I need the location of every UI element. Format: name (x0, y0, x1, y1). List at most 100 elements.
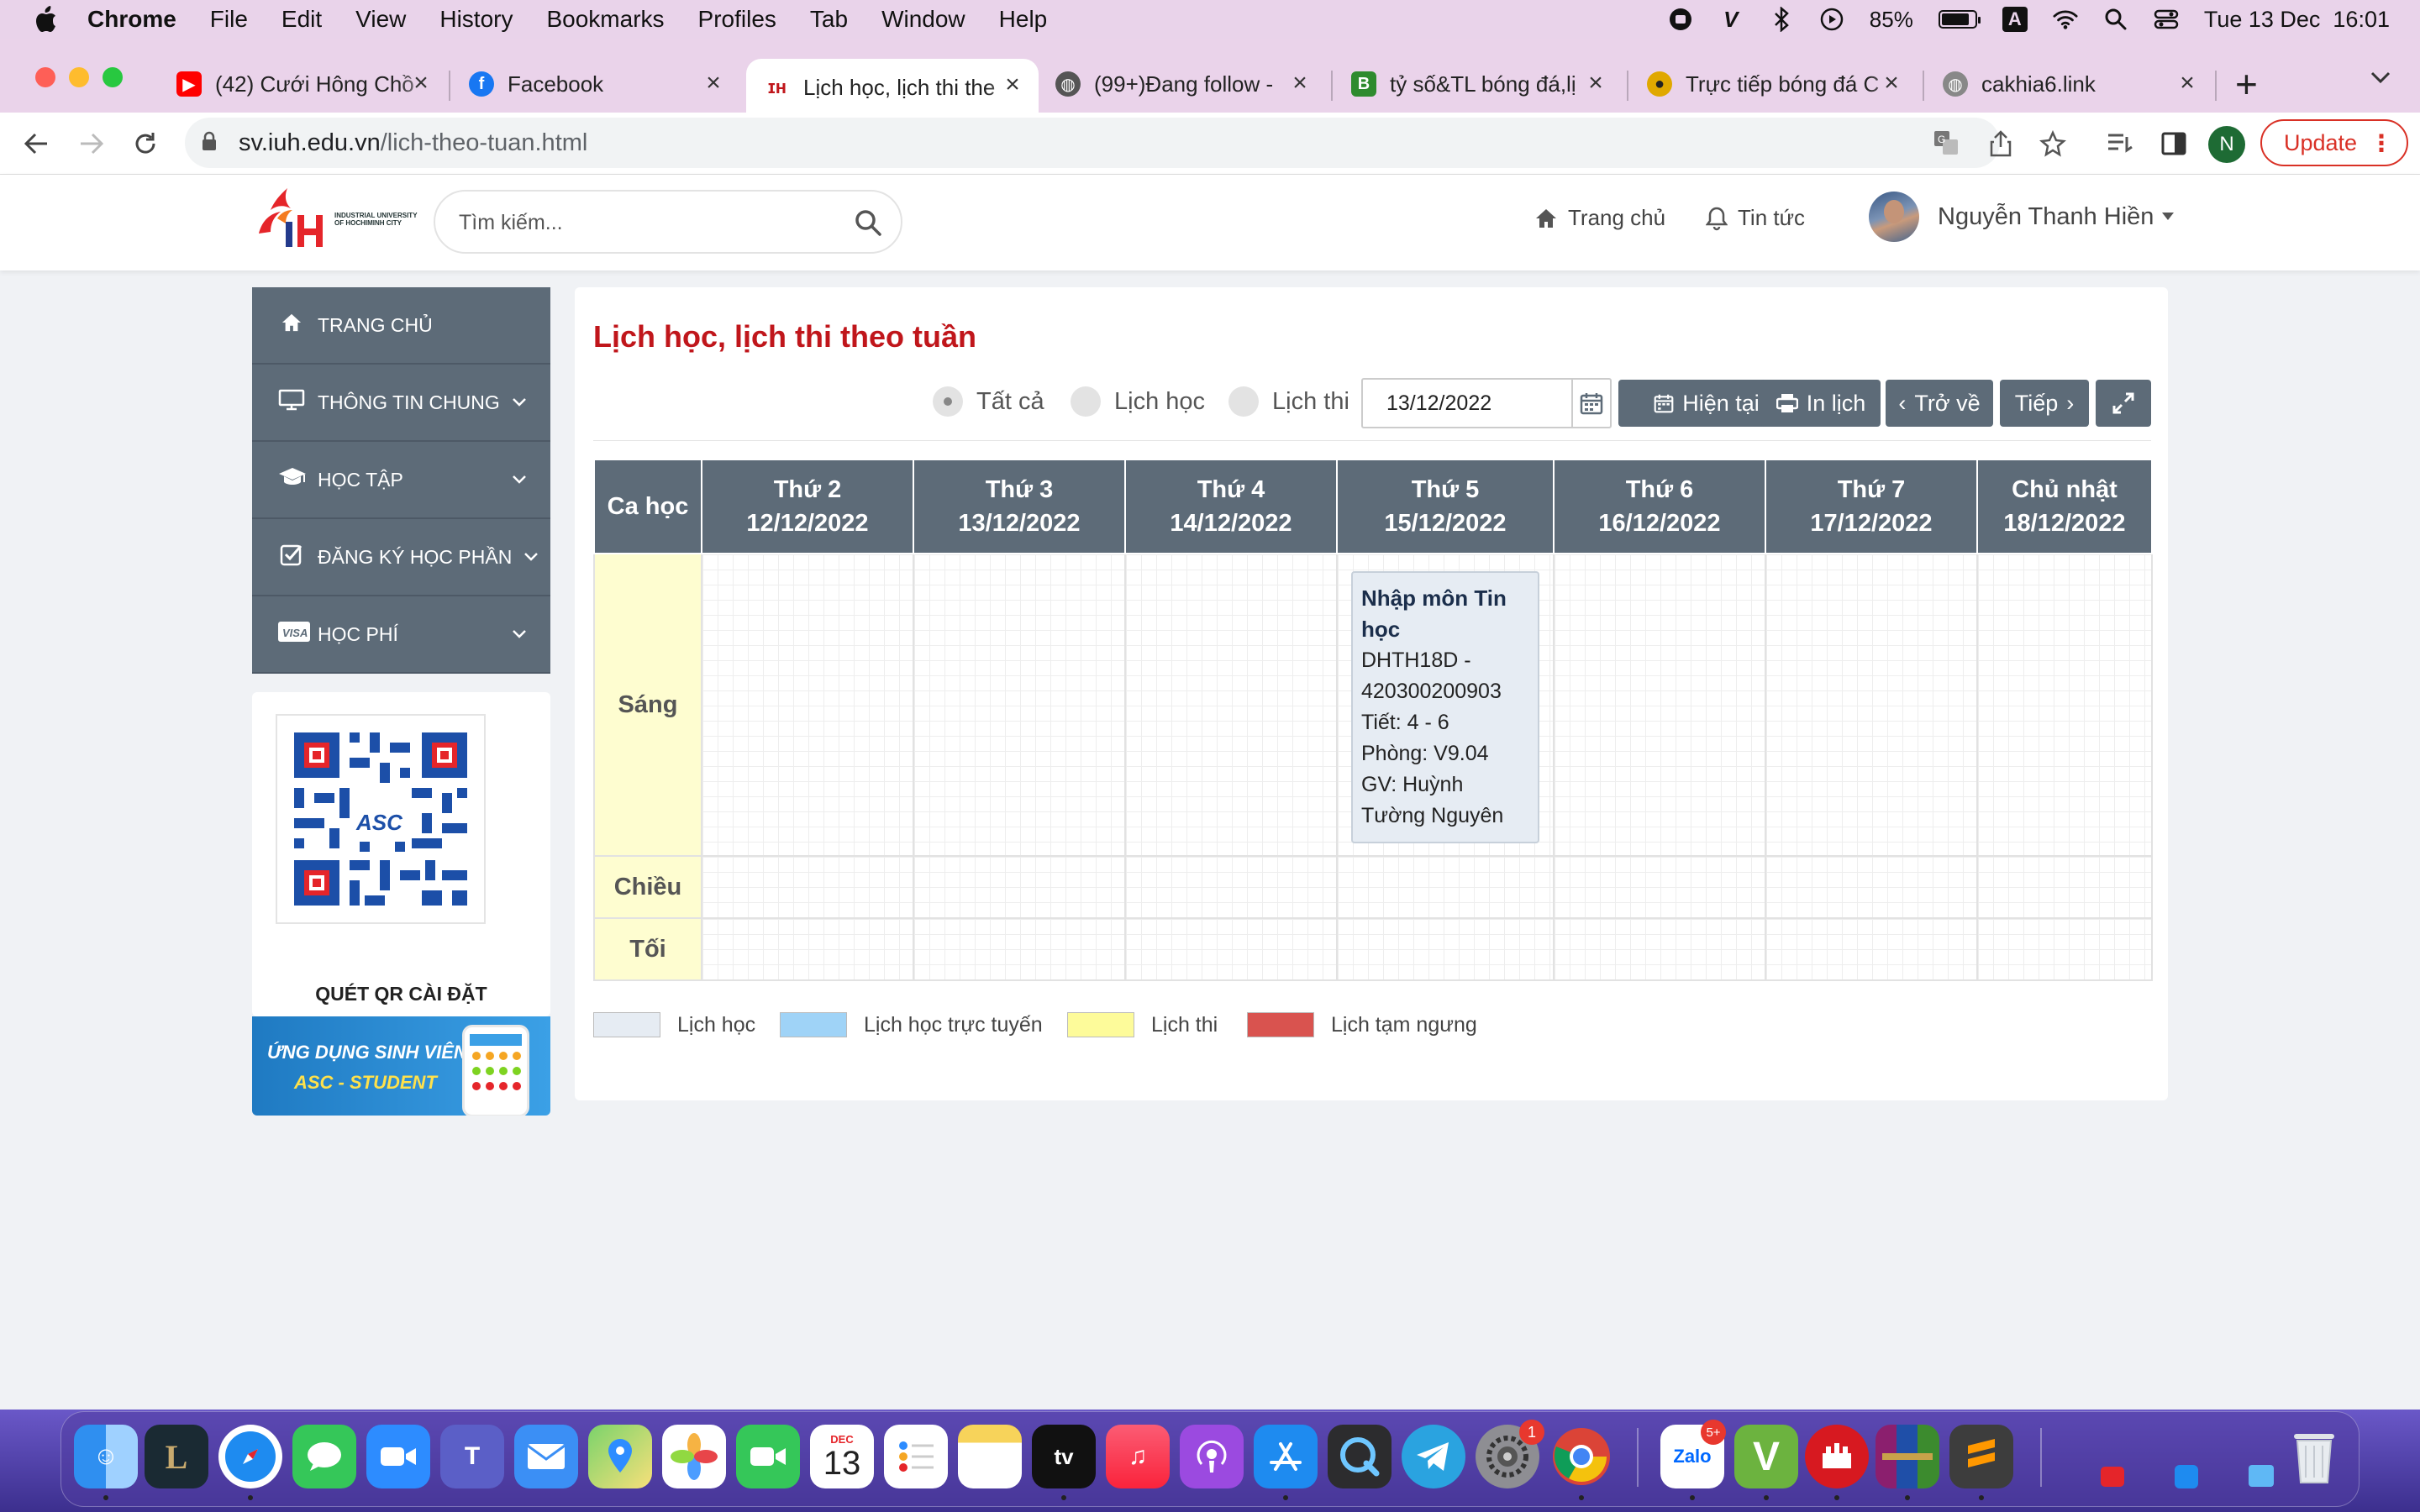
menu-profiles[interactable]: Profiles (698, 6, 776, 33)
tab-cakhia[interactable]: ◍ cakhia6.link × (1931, 57, 2213, 111)
chrome-update-button[interactable]: Update ⋮ (2260, 119, 2408, 166)
calendar-icon[interactable] (1571, 380, 1610, 427)
schedule-cell[interactable] (1765, 553, 1978, 857)
fullscreen-button[interactable] (2096, 380, 2151, 427)
tab-facebook[interactable]: f Facebook × (457, 57, 739, 111)
day-header-thu-4[interactable]: Thứ 4 14/12/2022 (1124, 459, 1338, 554)
previous-week-button[interactable]: ‹ Trở về (1886, 380, 1993, 427)
tab-ty-so[interactable]: B tỷ số&TL bóng đá,lị × (1339, 57, 1622, 111)
day-header-thu-3[interactable]: Thứ 3 13/12/2022 (913, 459, 1126, 554)
filter-exam-radio[interactable]: Lịch thi (1228, 386, 1349, 417)
student-app-banner[interactable]: ỨNG DỤNG SINH VIÊN ASC - STUDENT (252, 1016, 550, 1116)
bluetooth-icon[interactable] (1769, 7, 1794, 32)
sidebar-item-dang-ky-hoc-phan[interactable]: ĐĂNG KÝ HỌC PHẦN (252, 519, 550, 596)
back-arrow-icon[interactable] (17, 124, 55, 163)
nav-home-link[interactable]: Trang chủ (1534, 205, 1665, 231)
schedule-cell[interactable] (913, 855, 1126, 919)
reading-list-icon[interactable] (2101, 124, 2139, 163)
search-icon[interactable] (854, 208, 882, 237)
user-menu[interactable]: Nguyễn Thanh Hiền (1869, 192, 2175, 242)
app-store-icon[interactable] (1254, 1425, 1318, 1488)
tab-lich-hoc[interactable]: ɪʜ Lịch học, lịch thi the × (746, 59, 1039, 116)
bookmark-star-icon[interactable] (2033, 124, 2072, 163)
tab-close-icon[interactable]: × (2173, 69, 2202, 97)
tab-close-icon[interactable]: × (1286, 69, 1314, 97)
reminders-icon[interactable] (884, 1425, 948, 1488)
window-minimize-button[interactable] (69, 67, 89, 87)
schedule-cell[interactable] (1765, 917, 1978, 981)
photos-icon[interactable] (662, 1425, 726, 1488)
window-zoom-button[interactable] (103, 67, 123, 87)
chrome-icon[interactable] (1549, 1425, 1613, 1488)
schedule-cell[interactable] (1124, 855, 1338, 919)
sublime-text-icon[interactable] (1949, 1425, 2013, 1488)
schedule-cell[interactable] (1124, 917, 1338, 981)
schedule-cell[interactable] (1336, 917, 1555, 981)
translate-icon[interactable]: G (1933, 129, 1960, 160)
telegram-icon[interactable] (1402, 1425, 1465, 1488)
tab-close-icon[interactable]: × (1877, 69, 1906, 97)
schedule-cell[interactable] (1124, 553, 1338, 857)
address-bar[interactable]: sv.iuh.edu.vn/lich-theo-tuan.html G (185, 118, 2000, 168)
maps-icon[interactable] (588, 1425, 652, 1488)
schedule-cell[interactable] (701, 553, 914, 857)
next-week-button[interactable]: Tiếp › (2000, 380, 2089, 427)
music-icon[interactable]: ♫ (1106, 1425, 1170, 1488)
screen-record-icon[interactable] (1668, 7, 1693, 32)
menu-app-chrome[interactable]: Chrome (87, 6, 176, 33)
day-header-thu-6[interactable]: Thứ 6 16/12/2022 (1553, 459, 1766, 554)
lock-icon[interactable] (202, 131, 217, 157)
downloads-stack-icon[interactable] (2101, 1467, 2124, 1487)
menu-tab[interactable]: Tab (810, 6, 848, 33)
tab-truc-tiep[interactable]: ● Trực tiếp bóng đá C × (1635, 57, 1918, 111)
new-tab-button[interactable]: + (2235, 62, 2258, 106)
menu-edit[interactable]: Edit (281, 6, 322, 33)
vivaldi-icon[interactable]: V (1718, 7, 1744, 32)
zoom-icon[interactable] (366, 1425, 430, 1488)
tab-close-icon[interactable]: × (1581, 69, 1610, 97)
schedule-cell[interactable] (1553, 855, 1766, 919)
iuh-logo[interactable]: INDUSTRIAL UNIVERSITY OF HOCHIMINH CITY (252, 185, 417, 252)
trash-icon[interactable] (2282, 1425, 2346, 1488)
schedule-cell[interactable] (1976, 917, 2153, 981)
schedule-cell[interactable]: Nhập môn Tin học DHTH18D - 420300200903 … (1336, 553, 1555, 857)
nav-news-link[interactable]: Tin tức (1706, 205, 1805, 231)
schedule-cell[interactable] (1976, 553, 2153, 857)
clock[interactable]: Tue 13 Dec 16:01 (2204, 7, 2390, 33)
play-icon[interactable] (1819, 7, 1844, 32)
vivaldi-app-icon[interactable]: V (1734, 1425, 1798, 1488)
calendar-app-icon[interactable]: DEC 13 (810, 1425, 874, 1488)
profile-avatar[interactable]: N (2208, 126, 2245, 163)
menu-history[interactable]: History (439, 6, 513, 33)
menu-file[interactable]: File (210, 6, 248, 33)
tab-close-icon[interactable]: × (407, 69, 435, 97)
window-close-button[interactable] (35, 67, 55, 87)
notes-icon[interactable] (958, 1425, 1022, 1488)
schedule-cell[interactable] (1765, 855, 1978, 919)
messages-icon[interactable] (292, 1425, 356, 1488)
tab-youtube[interactable]: ▶ (42) Cưới Hông Chồ × (165, 57, 447, 111)
mail-icon[interactable] (514, 1425, 578, 1488)
print-schedule-button[interactable]: In lịch (1761, 380, 1881, 427)
search-input[interactable] (459, 207, 837, 239)
apple-logo-icon[interactable] (34, 6, 57, 33)
winrar-icon[interactable] (1876, 1425, 1939, 1488)
schedule-cell[interactable] (701, 917, 914, 981)
day-header-thu-2[interactable]: Thứ 2 12/12/2022 (701, 459, 914, 554)
forward-arrow-icon[interactable] (72, 124, 111, 163)
facetime-icon[interactable] (736, 1425, 800, 1488)
app-store-stack-icon[interactable] (2175, 1465, 2198, 1488)
side-panel-icon[interactable] (2154, 124, 2193, 163)
qr-code[interactable]: ASC (276, 714, 486, 924)
sidebar-item-hoc-tap[interactable]: HỌC TẬP (252, 442, 550, 519)
input-source-icon[interactable]: A (2002, 7, 2028, 32)
tab-follow[interactable]: ◍ (99+)Đang follow - × (1044, 57, 1326, 111)
share-icon[interactable] (1981, 124, 2020, 163)
sidebar-item-hoc-phi[interactable]: VISA HỌC PHÍ (252, 596, 550, 674)
control-center-icon[interactable] (2154, 7, 2179, 32)
reload-icon[interactable] (126, 124, 165, 163)
garena-icon[interactable] (1805, 1425, 1869, 1488)
more-vert-icon[interactable]: ⋮ (2370, 129, 2393, 157)
podcasts-icon[interactable] (1180, 1425, 1244, 1488)
menu-view[interactable]: View (355, 6, 406, 33)
